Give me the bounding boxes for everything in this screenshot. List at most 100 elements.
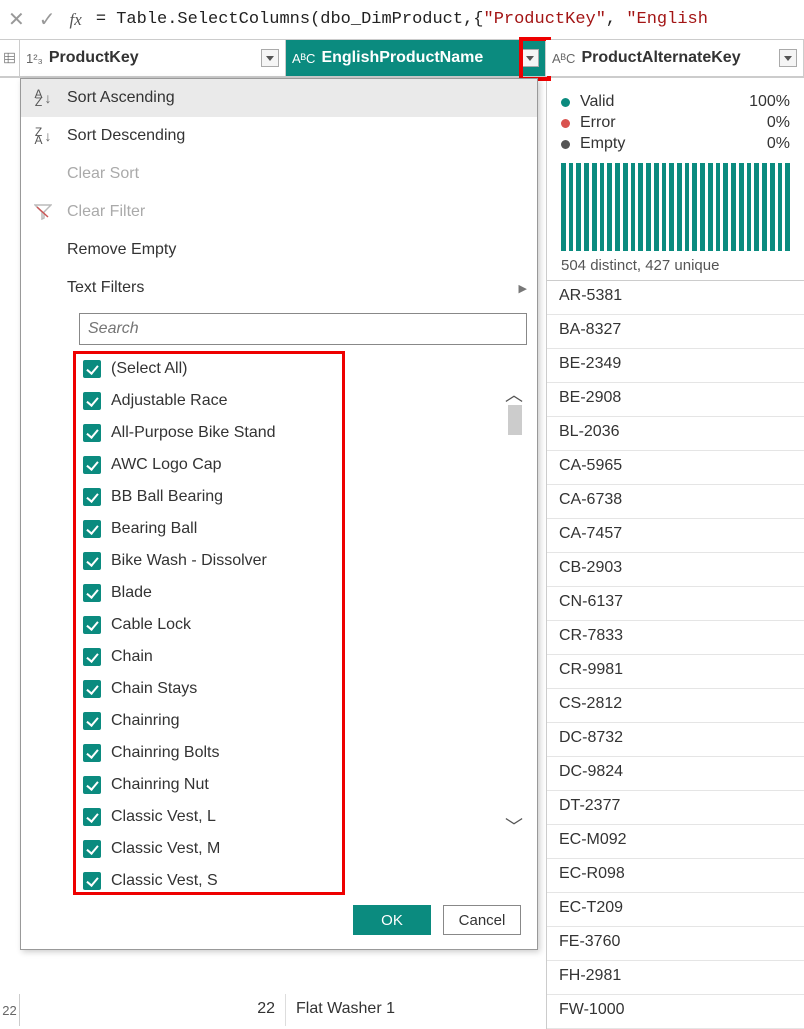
cell-productalternatekey[interactable]: CN-6137 (547, 587, 804, 621)
cell-productkey[interactable]: 22 (20, 994, 286, 1026)
cancel-formula-icon[interactable]: ✕ (8, 7, 25, 32)
column-header-productkey[interactable]: 1²₃ ProductKey (20, 40, 286, 76)
filter-item-label: BB Ball Bearing (111, 488, 223, 506)
checkbox-icon[interactable] (83, 840, 101, 858)
checkbox-icon[interactable] (83, 776, 101, 794)
filter-item-label: Classic Vest, M (111, 840, 220, 858)
column-productalternatekey: Valid100% Error0% Empty0% 504 distinct, … (546, 78, 804, 1029)
filter-item[interactable]: Adjustable Race (79, 385, 523, 417)
filter-item-label: Classic Vest, S (111, 872, 218, 890)
number-type-icon: 1²₃ (26, 51, 43, 66)
cell-englishproductname[interactable]: Flat Washer 1 (286, 994, 544, 1026)
filter-dropdown-panel: AZ↓ Sort Ascending ZA↓ Sort Descending C… (20, 78, 538, 950)
checkbox-icon[interactable] (83, 488, 101, 506)
cell-productalternatekey[interactable]: CR-9981 (547, 655, 804, 689)
filter-dropdown-button[interactable] (779, 49, 797, 67)
filter-item[interactable]: (Select All) (79, 353, 523, 385)
profile-percent: 0% (767, 114, 790, 132)
cell-productalternatekey[interactable]: EC-M092 (547, 825, 804, 859)
cell-productalternatekey[interactable]: CB-2903 (547, 553, 804, 587)
checkbox-icon[interactable] (83, 872, 101, 890)
cell-productalternatekey[interactable]: BL-2036 (547, 417, 804, 451)
checkbox-icon[interactable] (83, 680, 101, 698)
checkbox-icon[interactable] (83, 712, 101, 730)
filter-dropdown-button[interactable] (261, 49, 279, 67)
filter-item-label: Chain Stays (111, 680, 197, 698)
filter-search-input[interactable] (79, 313, 527, 345)
cell-productalternatekey[interactable]: DT-2377 (547, 791, 804, 825)
filter-item[interactable]: AWC Logo Cap (79, 449, 523, 481)
cell-productalternatekey[interactable]: DC-8732 (547, 723, 804, 757)
filter-item-label: Adjustable Race (111, 392, 228, 410)
checkbox-icon[interactable] (83, 648, 101, 666)
filter-item[interactable]: Cable Lock (79, 609, 523, 641)
sort-descending[interactable]: ZA↓ Sort Descending (21, 117, 537, 155)
cell-productalternatekey[interactable]: BE-2349 (547, 349, 804, 383)
cell-productalternatekey[interactable]: FE-3760 (547, 927, 804, 961)
filter-item-label: (Select All) (111, 360, 187, 378)
distinct-unique-label: 504 distinct, 427 unique (561, 257, 790, 274)
cell-productalternatekey[interactable]: CA-5965 (547, 451, 804, 485)
table-icon-cell[interactable] (0, 40, 20, 76)
cell-productalternatekey[interactable]: EC-T209 (547, 893, 804, 927)
checkbox-icon[interactable] (83, 552, 101, 570)
filter-item[interactable]: Bike Wash - Dissolver (79, 545, 523, 577)
profile-percent: 100% (749, 93, 790, 111)
checkbox-icon[interactable] (83, 392, 101, 410)
sort-desc-icon: ZA↓ (31, 128, 55, 144)
checkbox-icon[interactable] (83, 744, 101, 762)
cell-productalternatekey[interactable]: BE-2908 (547, 383, 804, 417)
column-name: ProductKey (49, 49, 261, 67)
checkbox-icon[interactable] (83, 360, 101, 378)
text-filters[interactable]: Text Filters ▶ (21, 269, 537, 307)
checkbox-icon[interactable] (83, 424, 101, 442)
cell-productalternatekey[interactable]: BA-8327 (547, 315, 804, 349)
fx-icon[interactable]: fx (70, 10, 82, 30)
commit-formula-icon[interactable]: ✓ (39, 7, 56, 32)
checkbox-icon[interactable] (83, 808, 101, 826)
cell-productalternatekey[interactable]: CA-6738 (547, 485, 804, 519)
formula-text[interactable]: = Table.SelectColumns(dbo_DimProduct,{"P… (96, 10, 708, 29)
filter-checklist[interactable]: (Select All) Adjustable Race All-Purpose B… (79, 353, 523, 891)
cell-productalternatekey[interactable]: CS-2812 (547, 689, 804, 723)
cancel-button[interactable]: Cancel (443, 905, 521, 935)
filter-item[interactable]: BB Ball Bearing (79, 481, 523, 513)
filter-item-label: Cable Lock (111, 616, 191, 634)
scroll-down-icon[interactable]: ﹀ (505, 813, 523, 839)
cell-productalternatekey[interactable]: FH-2981 (547, 961, 804, 995)
row-number: 22 (0, 994, 20, 1026)
filter-item[interactable]: Bearing Ball (79, 513, 523, 545)
filter-item[interactable]: Blade (79, 577, 523, 609)
cell-productalternatekey[interactable]: DC-9824 (547, 757, 804, 791)
cell-productalternatekey[interactable]: AR-5381 (547, 281, 804, 315)
scroll-up-icon[interactable]: ︿ (505, 381, 523, 407)
filter-item[interactable]: Classic Vest, M (79, 833, 523, 865)
cell-productalternatekey[interactable]: CR-7833 (547, 621, 804, 655)
filter-item[interactable]: Classic Vest, L (79, 801, 523, 833)
checkbox-icon[interactable] (83, 616, 101, 634)
checkbox-icon[interactable] (83, 456, 101, 474)
filter-item[interactable]: Classic Vest, S (79, 865, 523, 891)
checkbox-icon[interactable] (83, 584, 101, 602)
filter-item-label: Chainring Bolts (111, 744, 220, 762)
ok-button[interactable]: OK (353, 905, 431, 935)
cell-productalternatekey[interactable]: CA-7457 (547, 519, 804, 553)
filter-item-label: Bearing Ball (111, 520, 197, 538)
scrollbar-thumb[interactable] (508, 405, 522, 435)
empty-dot-icon (561, 140, 570, 149)
filter-item[interactable]: All-Purpose Bike Stand (79, 417, 523, 449)
checkbox-icon[interactable] (83, 520, 101, 538)
filter-item[interactable]: Chainring Bolts (79, 737, 523, 769)
remove-empty[interactable]: Remove Empty (21, 231, 537, 269)
filter-item-label: Blade (111, 584, 152, 602)
filter-item-label: Classic Vest, L (111, 808, 216, 826)
filter-item[interactable]: Chain Stays (79, 673, 523, 705)
filter-item[interactable]: Chain (79, 641, 523, 673)
sort-ascending[interactable]: AZ↓ Sort Ascending (21, 79, 537, 117)
filter-item[interactable]: Chainring Nut (79, 769, 523, 801)
column-header-englishproductname[interactable]: AᴮC EnglishProductName (286, 40, 546, 76)
column-header-productalternatekey[interactable]: AᴮC ProductAlternateKey (546, 40, 804, 76)
filter-item[interactable]: Chainring (79, 705, 523, 737)
profile-label: Empty (580, 135, 767, 153)
cell-productalternatekey[interactable]: EC-R098 (547, 859, 804, 893)
